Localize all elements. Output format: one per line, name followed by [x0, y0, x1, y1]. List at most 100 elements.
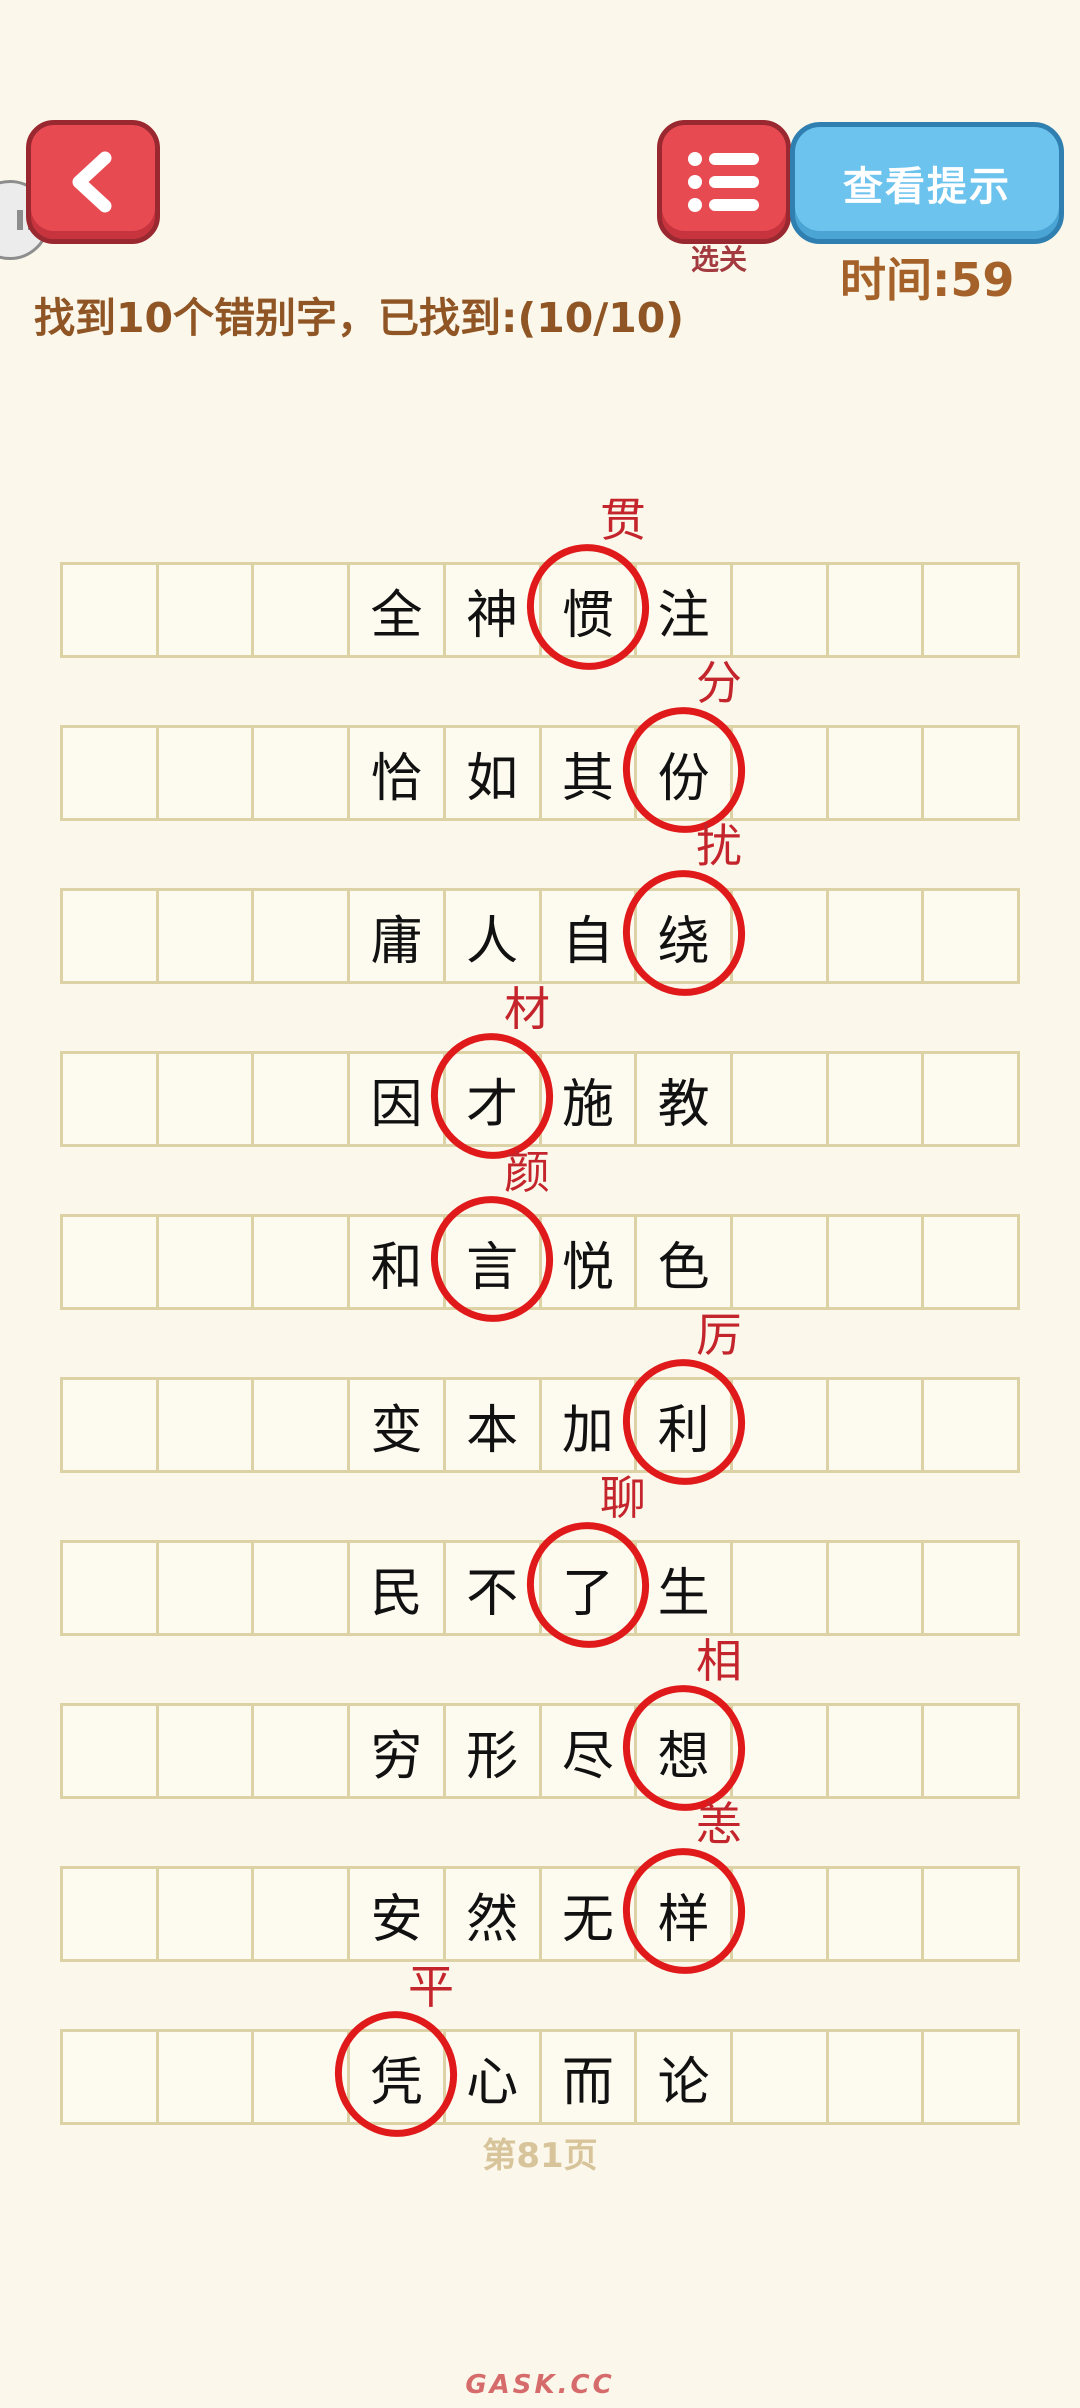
- grid-cell[interactable]: [924, 2032, 1017, 2122]
- found-mark-circle: [419, 1184, 565, 1334]
- grid-cell[interactable]: [924, 1054, 1017, 1144]
- grid-cell[interactable]: [159, 565, 255, 655]
- grid-cell[interactable]: 教: [637, 1054, 733, 1144]
- phrase-row: 因才施教材: [60, 982, 1020, 1171]
- grid-cell[interactable]: [159, 1380, 255, 1470]
- grid-cell[interactable]: [254, 1869, 351, 1959]
- grid-cell[interactable]: 变: [350, 1380, 446, 1470]
- level-select-button[interactable]: [657, 120, 791, 244]
- grid-cell[interactable]: [829, 2032, 925, 2122]
- grid-cell[interactable]: [254, 1706, 351, 1796]
- grid-cell[interactable]: [159, 1054, 255, 1144]
- grid-cell[interactable]: [733, 1380, 829, 1470]
- grid-cell[interactable]: [733, 1054, 829, 1144]
- grid-cell[interactable]: [829, 1543, 925, 1633]
- grid-cell[interactable]: [924, 1543, 1017, 1633]
- grid-cell[interactable]: [254, 891, 351, 981]
- grid-cell[interactable]: [924, 728, 1017, 818]
- correction-label: 相: [696, 1634, 742, 1688]
- found-mark-circle: [611, 1836, 757, 1986]
- hint-button[interactable]: 查看提示: [790, 122, 1064, 244]
- grid-cell[interactable]: [63, 728, 159, 818]
- grid-cell[interactable]: 庸: [350, 891, 446, 981]
- grid-cell[interactable]: [254, 565, 351, 655]
- grid-cell[interactable]: [733, 1706, 829, 1796]
- found-mark-circle: [611, 858, 757, 1008]
- grid-cell[interactable]: 色: [637, 1217, 733, 1307]
- grid-cell[interactable]: 生: [637, 1543, 733, 1633]
- grid-cell[interactable]: [733, 728, 829, 818]
- level-select-label: 选关: [690, 243, 747, 276]
- grid-cell[interactable]: 施: [542, 1054, 638, 1144]
- grid-cell[interactable]: [159, 728, 255, 818]
- grid-cell[interactable]: 人: [446, 891, 542, 981]
- grid-cell[interactable]: [924, 891, 1017, 981]
- grid-cell[interactable]: [733, 1869, 829, 1959]
- grid-cell[interactable]: [63, 1217, 159, 1307]
- grid-cell[interactable]: 民: [350, 1543, 446, 1633]
- grid-cell[interactable]: 如: [446, 728, 542, 818]
- grid-cell[interactable]: 心: [446, 2032, 542, 2122]
- found-status: 找到10个错别字，已找到:(10/10): [34, 294, 685, 342]
- grid-cell[interactable]: 注: [637, 565, 733, 655]
- grid-cell[interactable]: [63, 1706, 159, 1796]
- grid-cell[interactable]: [159, 1869, 255, 1959]
- grid-cells: 安然无样: [60, 1866, 1020, 1962]
- grid-cell[interactable]: 然: [446, 1869, 542, 1959]
- phrase-row: 庸人自绕 扰: [60, 819, 1020, 1008]
- grid-cells: 穷形尽想: [60, 1703, 1020, 1799]
- grid-cell[interactable]: [159, 2032, 255, 2122]
- grid-cell[interactable]: [733, 565, 829, 655]
- grid-cell[interactable]: [254, 728, 351, 818]
- grid-cells: 变本加利: [60, 1377, 1020, 1473]
- grid-cell[interactable]: [924, 1380, 1017, 1470]
- grid-cell[interactable]: [254, 1380, 351, 1470]
- grid-cell[interactable]: [159, 1543, 255, 1633]
- grid-cell[interactable]: [733, 1217, 829, 1307]
- phrase-row: 变本加利 厉: [60, 1308, 1020, 1497]
- grid-cell[interactable]: [63, 2032, 159, 2122]
- grid-cell[interactable]: [733, 1543, 829, 1633]
- grid-cell[interactable]: [63, 1869, 159, 1959]
- grid-cell[interactable]: [63, 1543, 159, 1633]
- phrase-row: 凭心而论 平: [60, 1960, 1020, 2149]
- correction-label: 分: [696, 656, 742, 710]
- grid-cell[interactable]: [829, 891, 925, 981]
- grid-cell[interactable]: [829, 1380, 925, 1470]
- grid-cell[interactable]: 穷: [350, 1706, 446, 1796]
- grid-cell[interactable]: 恰: [350, 728, 446, 818]
- grid-cell[interactable]: [254, 1543, 351, 1633]
- grid-cell[interactable]: [733, 2032, 829, 2122]
- grid-cell[interactable]: 安: [350, 1869, 446, 1959]
- grid-cell[interactable]: 形: [446, 1706, 542, 1796]
- grid-cell[interactable]: [254, 1217, 351, 1307]
- correction-label: 扰: [696, 819, 742, 873]
- grid-cell[interactable]: 而: [542, 2032, 638, 2122]
- grid-cell[interactable]: [63, 565, 159, 655]
- grid-cell[interactable]: [829, 1217, 925, 1307]
- grid-cell[interactable]: [829, 565, 925, 655]
- grid-cell[interactable]: 悦: [542, 1217, 638, 1307]
- grid-cell[interactable]: [829, 1054, 925, 1144]
- grid-cell[interactable]: [924, 1869, 1017, 1959]
- grid-cell[interactable]: [733, 891, 829, 981]
- grid-cell[interactable]: [829, 728, 925, 818]
- grid-cell[interactable]: [159, 891, 255, 981]
- grid-cells: 恰如其份: [60, 725, 1020, 821]
- grid-cell[interactable]: 全: [350, 565, 446, 655]
- grid-cell[interactable]: [254, 1054, 351, 1144]
- grid-cell[interactable]: [829, 1706, 925, 1796]
- grid-cell[interactable]: [63, 1380, 159, 1470]
- grid-cell[interactable]: [924, 565, 1017, 655]
- grid-cell[interactable]: 论: [637, 2032, 733, 2122]
- back-button[interactable]: [26, 120, 160, 244]
- grid-cell[interactable]: [63, 1054, 159, 1144]
- grid-cell[interactable]: [63, 891, 159, 981]
- grid-cell[interactable]: [829, 1869, 925, 1959]
- grid-cell[interactable]: [159, 1706, 255, 1796]
- grid-cell[interactable]: 本: [446, 1380, 542, 1470]
- grid-cell[interactable]: [159, 1217, 255, 1307]
- phrase-row: 安然无样 恙: [60, 1797, 1020, 1986]
- grid-cell[interactable]: [924, 1217, 1017, 1307]
- grid-cell[interactable]: [924, 1706, 1017, 1796]
